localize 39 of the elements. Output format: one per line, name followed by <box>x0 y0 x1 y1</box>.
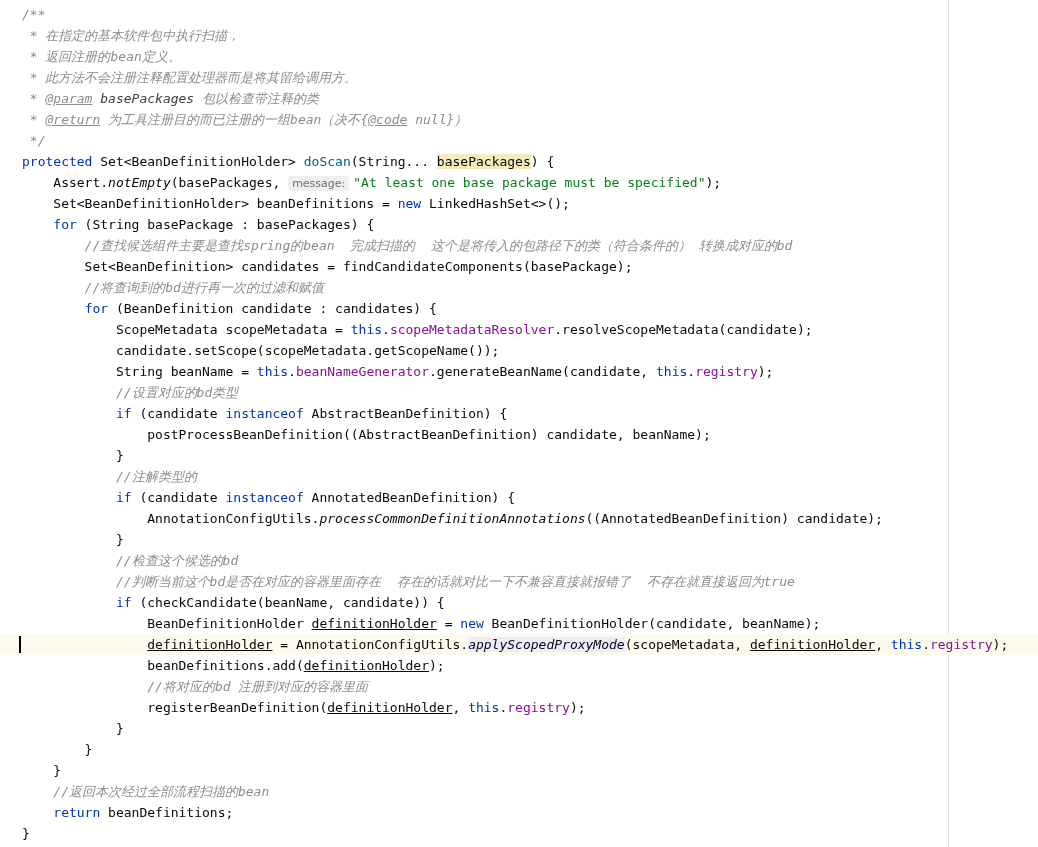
code-line: Assert.notEmpty(basePackages, message: "At least one base package must be specified"); <box>52 174 723 193</box>
code-line: } <box>83 741 94 759</box>
comment-line: */ <box>28 132 47 150</box>
comment-line: * 返回注册的bean定义。 <box>28 48 182 66</box>
comment-line: * @return 为工具注册目的而已注册的一组bean（决不{@code null}） <box>28 111 469 129</box>
comment-line: //判断当前这个bd是否在对应的容器里面存在 存在的话就对比一下不兼容直接就报错了 不存在就直接返回为true <box>114 573 796 591</box>
code-line: } <box>52 762 63 780</box>
comment-line: //查找候选组件主要是查找spring的bean 完成扫描的 这个是将传入的包路径下的类（符合条件的） 转换成对应的bd <box>83 237 794 255</box>
code-line: return beanDefinitions; <box>52 804 235 822</box>
comment-line: //设置对应的bd类型 <box>114 384 240 402</box>
code-line: beanDefinitions.add(definitionHolder); <box>146 657 446 675</box>
code-line: candidate.setScope(scopeMetadata.getScopeName()); <box>114 342 501 360</box>
code-line: Set<BeanDefinition> candidates = findCandidateComponents(basePackage); <box>83 258 634 276</box>
code-line: registerBeanDefinition(definitionHolder, this.registry); <box>146 699 587 717</box>
code-line: protected Set<BeanDefinitionHolder> doScan(String... basePackages) { <box>21 153 556 171</box>
code-line: for (BeanDefinition candidate : candidates) { <box>83 300 438 318</box>
code-line: } <box>21 825 31 843</box>
comment-line: //将查询到的bd进行再一次的过滤和赋值 <box>83 279 327 297</box>
comment-line: * 此方法不会注册注释配置处理器而是将其留给调用方。 <box>28 69 359 87</box>
code-line: } <box>114 720 125 738</box>
code-line: ScopeMetadata scopeMetadata = this.scopeMetadataResolver.resolveScopeMetadata(candidate); <box>114 321 814 339</box>
code-line: if (candidate instanceof AbstractBeanDefinition) { <box>114 405 509 423</box>
comment-line: * 在指定的基本软件包中执行扫描， <box>28 27 242 45</box>
comment-line: //注解类型的 <box>114 468 199 486</box>
code-line: BeanDefinitionHolder definitionHolder = new BeanDefinitionHolder(candidate, beanName); <box>146 615 822 633</box>
code-line: } <box>114 447 125 465</box>
comment-line: * @param basePackages 包以检查带注释的类 <box>28 90 321 108</box>
code-line: if (checkCandidate(beanName, candidate)) { <box>114 594 446 612</box>
comment-line: //检查这个候选的bd <box>114 552 240 570</box>
code-line: Set<BeanDefinitionHolder> beanDefinitions = new LinkedHashSet<>(); <box>52 195 571 213</box>
comment-line: //返回本次经过全部流程扫描的bean <box>52 783 271 801</box>
code-line: for (String basePackage : basePackages) { <box>52 216 376 234</box>
code-line: } <box>114 531 125 549</box>
code-line: String beanName = this.beanNameGenerator.generateBeanName(candidate, this.registry); <box>114 363 775 381</box>
comment-line: //将对应的bd 注册到对应的容器里面 <box>146 678 371 696</box>
comment-line: /** <box>21 6 47 24</box>
code-line: AnnotationConfigUtils.processCommonDefinitionAnnotations((AnnotatedBeanDefinition) candidate); <box>146 510 884 528</box>
code-line: if (candidate instanceof AnnotatedBeanDefinition) { <box>114 489 517 507</box>
code-line: postProcessBeanDefinition((AbstractBeanDefinition) candidate, beanName); <box>146 426 712 444</box>
